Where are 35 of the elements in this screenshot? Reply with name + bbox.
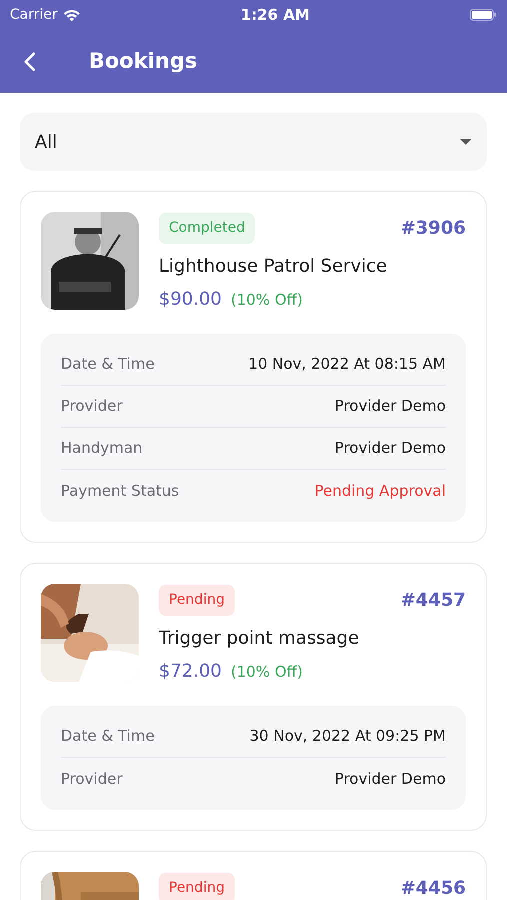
detail-value: Provider Demo [334,396,446,418]
price: $72.00 [159,660,222,684]
service-title: Trigger point massage [159,627,360,651]
detail-value: 10 Nov, 2022 At 08:15 AM [248,354,446,376]
battery-icon [470,9,497,21]
detail-value: Provider Demo [334,438,446,460]
page-title: Bookings [89,48,198,75]
discount-label: (10% Off) [230,290,303,311]
booking-card[interactable]: Completed #3906 Lighthouse Patrol Service $90.00 (10% Off) Date & Time 10 Nov, 2022 At 08:15 AM Provider Provider Demo Handyman Provider Demo Payment Status Pending Approval [20,191,487,543]
detail-label: Date & Time [61,726,155,748]
detail-label: Date & Time [61,354,155,376]
booking-card[interactable]: Pending #4456 [20,851,487,900]
detail-label: Provider [61,768,123,790]
wifi-icon [62,8,81,22]
detail-value: 30 Nov, 2022 At 09:25 PM [250,726,446,748]
status-badge: Pending [159,585,235,616]
back-chevron-icon [24,52,36,72]
booking-number: #4457 [400,589,466,613]
detail-label: Payment Status [61,480,180,502]
dropdown-caret-icon [460,139,472,145]
detail-value: Pending Approval [314,480,446,502]
clock-time: 1:26 AM [240,4,310,26]
filter-dropdown[interactable]: All [20,113,487,171]
booking-number: #3906 [400,217,466,241]
detail-value: Provider Demo [334,768,446,790]
price: $90.00 [159,288,222,312]
status-badge: Pending [159,873,235,900]
booking-card[interactable]: Pending #4457 Trigger point massage $72.00 (10% Off) Date & Time 30 Nov, 2022 At 09:25 PM Provider Provider Demo [20,563,487,831]
booking-number: #4456 [400,877,466,900]
service-title: Lighthouse Patrol Service [159,255,388,279]
status-badge: Completed [159,213,256,244]
detail-label: Handyman [61,438,143,460]
carrier-name: Carrier [10,6,58,24]
discount-label: (10% Off) [230,662,303,683]
detail-label: Provider [61,396,123,418]
